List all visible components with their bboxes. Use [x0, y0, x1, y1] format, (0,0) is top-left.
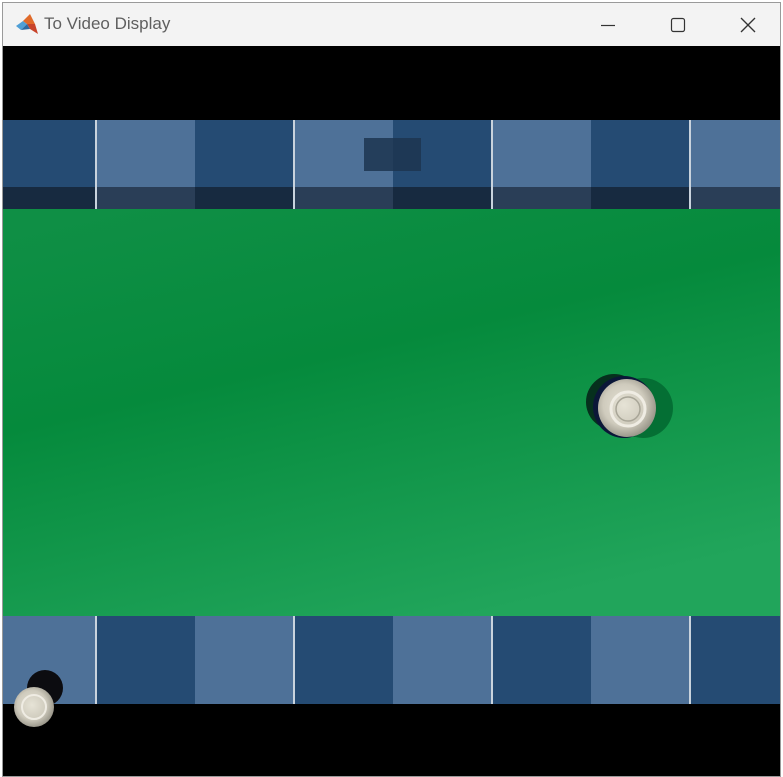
title-bar[interactable]: To Video Display — [3, 3, 780, 46]
app-window: To Video Display — [2, 2, 781, 777]
bottom-cushion — [3, 616, 780, 704]
billiard-table-scene — [3, 120, 780, 727]
close-button[interactable] — [713, 3, 780, 46]
minimize-button[interactable] — [573, 3, 643, 46]
video-frame — [3, 46, 780, 776]
top-cushion — [3, 120, 780, 209]
window-title: To Video Display — [44, 14, 171, 33]
maximize-button[interactable] — [643, 3, 713, 46]
matlab-logo-icon — [15, 12, 39, 36]
maximize-icon — [670, 17, 686, 33]
close-icon — [740, 17, 756, 33]
minimize-icon — [601, 24, 615, 27]
